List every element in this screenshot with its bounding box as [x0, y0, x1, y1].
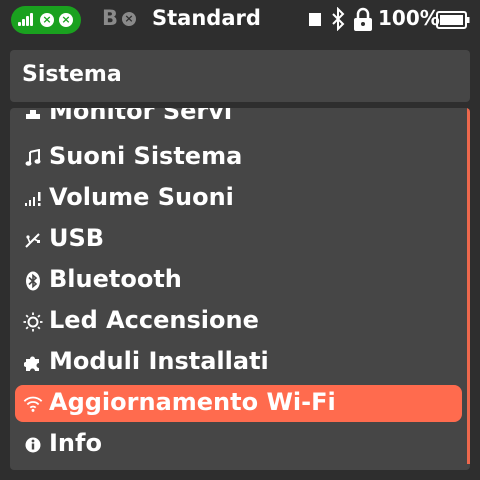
- sun-icon: [23, 312, 43, 332]
- menu-item-monitor-servi[interactable]: Monitor Servi: [15, 108, 462, 131]
- mode-label: Standard: [152, 6, 261, 30]
- page-header: Sistema: [10, 50, 470, 102]
- menu-list[interactable]: Monitor Servi Suoni Sistema Volume Suoni: [10, 108, 470, 470]
- menu-item-label: Bluetooth: [49, 265, 182, 293]
- menu-item-usb[interactable]: USB: [15, 221, 462, 258]
- connection-status-pill[interactable]: × ×: [11, 6, 81, 34]
- lock-icon: [354, 7, 372, 31]
- stop-square-icon: [309, 13, 321, 26]
- page-title: Sistema: [22, 62, 122, 87]
- wifi-icon: [23, 394, 43, 414]
- menu-item-label: Suoni Sistema: [49, 142, 243, 170]
- puzzle-icon: [23, 353, 43, 373]
- menu-item-label: Led Accensione: [49, 306, 259, 334]
- menu-item-info[interactable]: Info: [15, 426, 462, 463]
- close-circle-icon: ×: [40, 13, 54, 27]
- bluetooth-icon: [23, 271, 43, 291]
- menu-item-volume-suoni[interactable]: Volume Suoni: [15, 180, 462, 217]
- menu-item-suoni-sistema[interactable]: Suoni Sistema: [15, 139, 462, 176]
- close-circle-icon: ×: [59, 13, 73, 27]
- scrollbar[interactable]: [467, 108, 470, 464]
- menu-item-aggiornamento-wifi[interactable]: Aggiornamento Wi-Fi: [15, 385, 462, 422]
- menu-item-led-accensione[interactable]: Led Accensione: [15, 303, 462, 340]
- b-indicator: B: [102, 6, 119, 30]
- menu-item-label: Aggiornamento Wi-Fi: [49, 388, 336, 416]
- bluetooth-icon: [332, 7, 345, 31]
- menu-item-bluetooth[interactable]: Bluetooth: [15, 262, 462, 299]
- menu-item-label: Moduli Installati: [49, 347, 269, 375]
- info-icon: [23, 435, 43, 455]
- volume-icon: [23, 189, 43, 209]
- music-note-icon: [23, 148, 43, 168]
- battery-icon: [436, 11, 470, 29]
- status-bar: × × B × Standard 100%: [0, 0, 480, 40]
- close-circle-icon: ×: [122, 12, 136, 26]
- battery-percentage: 100%: [378, 6, 440, 30]
- usb-icon: [23, 230, 43, 250]
- menu-item-label: Info: [49, 429, 102, 457]
- menu-item-label: USB: [49, 224, 105, 252]
- menu-item-label: Monitor Servi: [49, 108, 233, 125]
- servo-icon: [23, 108, 43, 123]
- menu-item-moduli-installati[interactable]: Moduli Installati: [15, 344, 462, 381]
- menu-item-label: Volume Suoni: [49, 183, 234, 211]
